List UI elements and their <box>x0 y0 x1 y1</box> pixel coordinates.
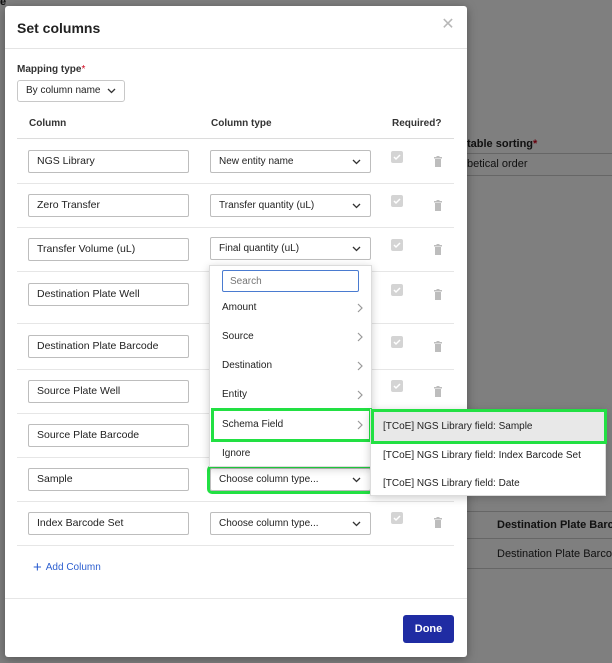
column-type-select[interactable]: Transfer quantity (uL) <box>210 194 371 217</box>
mapping-type-label: Mapping type* <box>17 64 86 75</box>
column-type-dropdown: Amount Source Destination Entity Schema … <box>209 265 372 467</box>
divider <box>5 48 467 49</box>
trash-icon[interactable] <box>433 386 443 398</box>
mapping-type-select[interactable]: By column name <box>17 80 125 102</box>
header-divider <box>17 138 454 139</box>
column-name-input[interactable]: Destination Plate Barcode <box>28 335 189 358</box>
column-name-input[interactable]: Destination Plate Well <box>28 283 189 306</box>
modal-title: Set columns <box>17 20 101 36</box>
submenu-item-date[interactable]: [TCoE] NGS Library field: Date <box>371 469 607 498</box>
required-checkbox[interactable] <box>391 336 403 348</box>
chevron-right-icon <box>357 332 363 342</box>
chevron-down-icon <box>352 203 361 209</box>
column-type-select[interactable]: Choose column type... <box>207 465 374 494</box>
column-type-select[interactable]: Final quantity (uL) <box>210 237 371 260</box>
required-checkbox[interactable] <box>391 380 403 392</box>
dropdown-item-source[interactable]: Source <box>210 323 373 351</box>
required-checkbox[interactable] <box>391 512 403 524</box>
close-icon[interactable]: ✕ <box>439 16 457 34</box>
dropdown-item-amount[interactable]: Amount <box>210 294 373 322</box>
chevron-right-icon <box>357 390 363 400</box>
required-checkbox[interactable] <box>391 239 403 251</box>
footer-divider <box>5 598 467 599</box>
chevron-right-icon <box>357 303 363 313</box>
required-checkbox[interactable] <box>391 195 403 207</box>
column-name-input[interactable]: Source Plate Barcode <box>28 424 189 447</box>
chevron-right-icon <box>357 420 363 430</box>
required-header: Required? <box>392 118 442 129</box>
column-name-input[interactable]: Source Plate Well <box>28 380 189 403</box>
done-button[interactable]: Done <box>403 615 454 643</box>
column-type-header: Column type <box>211 118 272 129</box>
required-checkbox[interactable] <box>391 284 403 296</box>
required-checkbox[interactable] <box>391 151 403 163</box>
column-type-select[interactable]: New entity name <box>210 150 371 173</box>
dropdown-item-destination[interactable]: Destination <box>210 352 373 380</box>
column-name-input[interactable]: Sample <box>28 468 189 491</box>
column-header: Column <box>29 118 67 129</box>
column-name-input[interactable]: NGS Library <box>28 150 189 173</box>
submenu-item-index-barcode-set[interactable]: [TCoE] NGS Library field: Index Barcode … <box>371 441 607 470</box>
dropdown-item-schema-field[interactable]: Schema Field <box>211 408 372 442</box>
column-type-select[interactable]: Choose column type... <box>210 512 371 535</box>
chevron-down-icon <box>352 477 361 483</box>
schema-field-submenu: [TCoE] NGS Library field: Sample [TCoE] … <box>370 409 607 498</box>
submenu-item-sample[interactable]: [TCoE] NGS Library field: Sample <box>371 409 607 444</box>
chevron-down-icon <box>352 159 361 165</box>
column-name-input[interactable]: Zero Transfer <box>28 194 189 217</box>
dropdown-search-input[interactable] <box>222 270 359 292</box>
column-name-input[interactable]: Index Barcode Set <box>28 512 189 535</box>
chevron-down-icon <box>352 246 361 252</box>
add-column-button[interactable]: + Add Column <box>33 559 101 576</box>
chevron-down-icon <box>107 88 116 94</box>
trash-icon[interactable] <box>433 517 443 529</box>
trash-icon[interactable] <box>433 289 443 301</box>
trash-icon[interactable] <box>433 156 443 168</box>
dropdown-item-ignore[interactable]: Ignore <box>210 440 373 468</box>
trash-icon[interactable] <box>433 200 443 212</box>
dropdown-item-entity[interactable]: Entity <box>210 381 373 409</box>
trash-icon[interactable] <box>433 341 443 353</box>
plus-icon: + <box>33 559 42 576</box>
chevron-down-icon <box>352 521 361 527</box>
chevron-right-icon <box>357 361 363 371</box>
column-name-input[interactable]: Transfer Volume (uL) <box>28 238 189 261</box>
trash-icon[interactable] <box>433 244 443 256</box>
